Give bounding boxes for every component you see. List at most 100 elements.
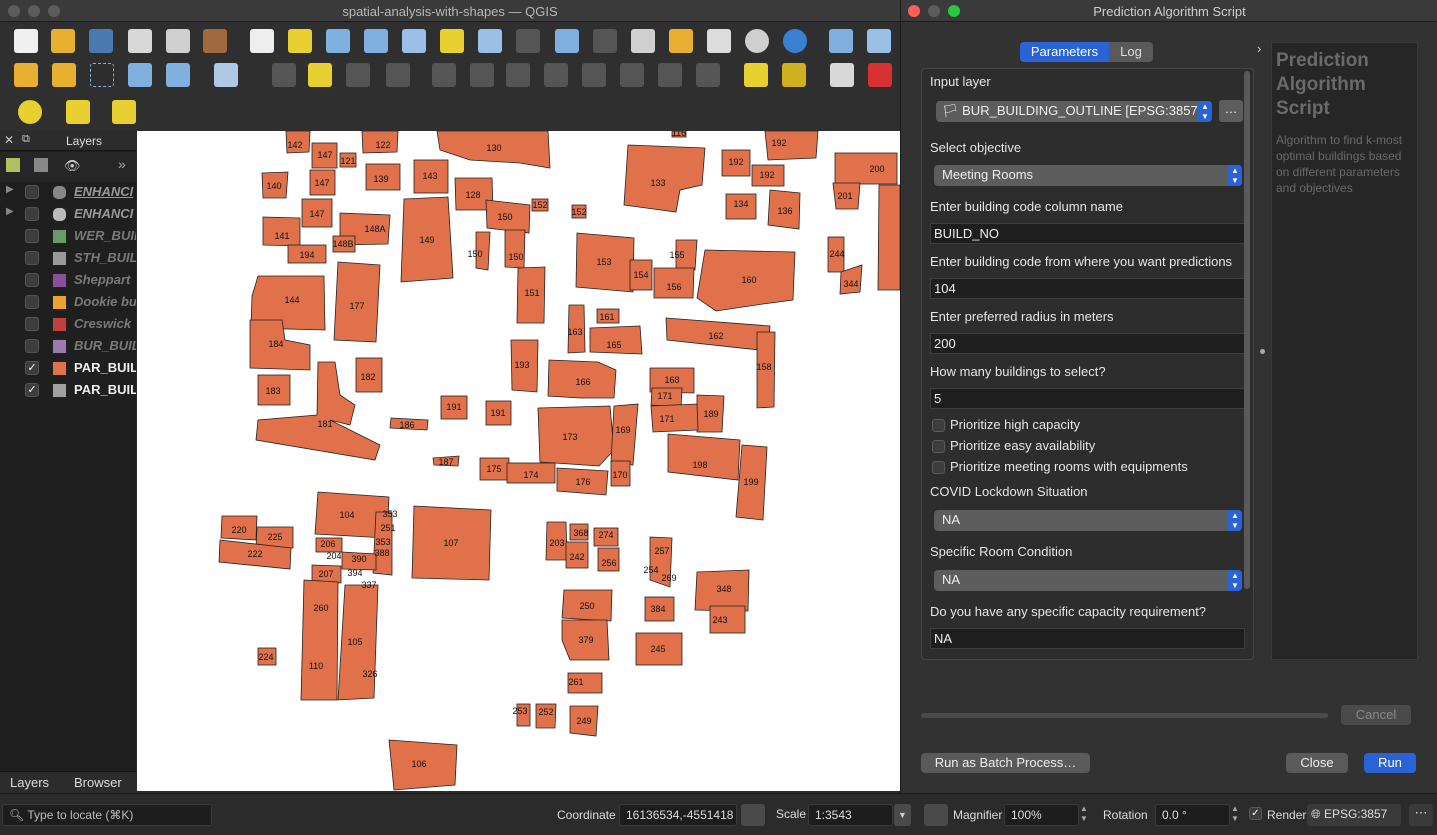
expand-arrow-icon[interactable]: ▶ bbox=[6, 206, 14, 217]
messages-icon[interactable]: ⋯ bbox=[1409, 804, 1433, 826]
covid-select[interactable]: NA ▲ ▼ bbox=[934, 510, 1242, 531]
magnifier-input[interactable]: 100% bbox=[1004, 804, 1079, 826]
zoom-to-selection-icon[interactable] bbox=[440, 29, 464, 53]
code-from-input[interactable]: 104 bbox=[930, 278, 1245, 299]
pan-to-selection-icon[interactable] bbox=[288, 29, 312, 53]
objective-select[interactable]: Meeting Rooms ▲ ▼ bbox=[934, 165, 1242, 186]
code-column-input[interactable]: BUILD_NO bbox=[930, 223, 1245, 244]
close-button[interactable]: Close bbox=[1286, 753, 1348, 773]
toggle-editing-icon[interactable] bbox=[308, 63, 332, 87]
capacity-input[interactable]: NA bbox=[930, 628, 1245, 649]
layer-row[interactable]: ▶ ENHANCI bbox=[0, 181, 136, 203]
layer-checkbox-checked[interactable]: ✓ bbox=[25, 361, 39, 375]
add-feature-icon[interactable] bbox=[386, 63, 410, 87]
redo-icon[interactable] bbox=[696, 63, 720, 87]
add-line-icon[interactable] bbox=[128, 63, 152, 87]
edit-pen-icon[interactable] bbox=[272, 63, 296, 87]
render-checkbox[interactable]: ✓ bbox=[1249, 807, 1262, 820]
equipments-checkbox[interactable] bbox=[932, 461, 945, 474]
modify-attributes-icon[interactable] bbox=[470, 63, 494, 87]
more-options-icon[interactable]: » bbox=[118, 156, 126, 172]
layer-checkbox[interactable] bbox=[25, 251, 39, 265]
temporal-controller-icon[interactable] bbox=[745, 29, 769, 53]
close-panel-icon[interactable]: ✕ bbox=[4, 133, 14, 147]
undo-icon[interactable] bbox=[658, 63, 682, 87]
pan-map-icon[interactable] bbox=[250, 29, 274, 53]
layer-row[interactable]: STH_BUIL bbox=[0, 247, 136, 269]
float-panel-icon[interactable]: ⧉ bbox=[22, 133, 30, 146]
identify-features-icon[interactable] bbox=[829, 29, 853, 53]
layer-row[interactable]: BUR_BUIL bbox=[0, 335, 136, 357]
tab-browser[interactable]: Browser bbox=[74, 775, 122, 790]
radius-input[interactable]: 200 bbox=[930, 333, 1245, 354]
visibility-eye-icon[interactable]: 👁 bbox=[64, 158, 82, 173]
pin-labels-icon[interactable] bbox=[830, 63, 854, 87]
locate-search-input[interactable]: 🔍︎ Type to locate (⌘K) bbox=[2, 804, 212, 826]
add-raster-layer-icon[interactable] bbox=[52, 63, 76, 87]
rotation-stepper[interactable]: ▲ ▼ bbox=[1231, 804, 1241, 826]
scale-input[interactable]: 1:3543 bbox=[808, 804, 893, 826]
layout-manager-icon[interactable] bbox=[166, 29, 190, 53]
paste-features-icon[interactable] bbox=[620, 63, 644, 87]
add-group-icon[interactable] bbox=[34, 158, 48, 172]
coordinate-input[interactable]: 16136534,-4551418 bbox=[619, 804, 737, 826]
digitize-icon[interactable] bbox=[90, 63, 114, 87]
run-button[interactable]: Run bbox=[1364, 753, 1416, 773]
diagram-icon[interactable] bbox=[782, 63, 806, 87]
map-canvas[interactable]: 142 147 121 122 130 116 192 192 140 147 … bbox=[137, 131, 900, 791]
zoom-to-layer-icon[interactable] bbox=[478, 29, 502, 53]
cancel-button[interactable]: Cancel bbox=[1341, 705, 1411, 725]
run-batch-button[interactable]: Run as Batch Process… bbox=[921, 753, 1090, 773]
save-project-icon[interactable] bbox=[89, 29, 113, 53]
easy-availability-checkbox[interactable] bbox=[932, 440, 945, 453]
parameters-scrollbar[interactable] bbox=[1244, 71, 1250, 589]
high-capacity-checkbox[interactable] bbox=[932, 419, 945, 432]
save-edits-icon[interactable] bbox=[346, 63, 370, 87]
room-condition-select[interactable]: NA ▲ ▼ bbox=[934, 570, 1242, 591]
input-layer-select[interactable]: 🏳 BUR_BUILDING_OUTLINE [EPSG:3857 ▲ ▼ bbox=[936, 101, 1212, 122]
select-features-icon[interactable] bbox=[18, 100, 42, 124]
expand-arrow-icon[interactable]: ▶ bbox=[6, 184, 14, 195]
layer-row[interactable]: ✓ PAR_BUIL bbox=[0, 379, 136, 401]
scale-dropdown-icon[interactable]: ▼ bbox=[894, 804, 911, 826]
count-input[interactable]: 5 bbox=[930, 388, 1245, 409]
layer-row[interactable]: Sheppart bbox=[0, 269, 136, 291]
delete-selected-icon[interactable] bbox=[506, 63, 530, 87]
layer-checkbox[interactable] bbox=[25, 273, 39, 287]
layer-checkbox-checked[interactable]: ✓ bbox=[25, 383, 39, 397]
layer-row[interactable]: ▶ ENHANCI bbox=[0, 203, 136, 225]
layer-checkbox[interactable] bbox=[25, 185, 39, 199]
open-project-icon[interactable] bbox=[51, 29, 75, 53]
zoom-last-icon[interactable] bbox=[555, 29, 579, 53]
vertex-tool-icon[interactable] bbox=[214, 63, 238, 87]
new-project-icon[interactable] bbox=[14, 29, 38, 53]
zoom-full-icon[interactable] bbox=[402, 29, 426, 53]
attribute-table-icon[interactable] bbox=[867, 29, 891, 53]
zoom-next-icon[interactable] bbox=[593, 29, 617, 53]
new-print-layout-icon[interactable] bbox=[128, 29, 152, 53]
tab-log[interactable]: Log bbox=[1109, 42, 1153, 62]
style-manager-icon[interactable] bbox=[203, 29, 227, 53]
layer-row[interactable]: Dookie bu bbox=[0, 291, 136, 313]
deselect-all-icon[interactable] bbox=[112, 100, 136, 124]
add-polygon-icon[interactable] bbox=[166, 63, 190, 87]
layer-checkbox[interactable] bbox=[25, 317, 39, 331]
tab-layers[interactable]: Layers bbox=[10, 775, 49, 790]
layer-checkbox[interactable] bbox=[25, 295, 39, 309]
show-bookmarks-icon[interactable] bbox=[707, 29, 731, 53]
tab-parameters[interactable]: Parameters bbox=[1020, 42, 1109, 62]
collapse-help-icon[interactable]: › bbox=[1257, 41, 1261, 56]
lock-scale-icon[interactable] bbox=[924, 804, 948, 826]
layer-row[interactable]: Creswick bbox=[0, 313, 136, 335]
add-vector-layer-icon[interactable] bbox=[14, 63, 38, 87]
rotation-input[interactable]: 0.0 ° bbox=[1155, 804, 1230, 826]
zoom-native-icon[interactable] bbox=[516, 29, 540, 53]
zoom-in-icon[interactable] bbox=[326, 29, 350, 53]
layer-checkbox[interactable] bbox=[25, 229, 39, 243]
show-hide-labels-icon[interactable] bbox=[868, 63, 892, 87]
zoom-out-icon[interactable] bbox=[364, 29, 388, 53]
move-feature-icon[interactable] bbox=[432, 63, 456, 87]
crs-button[interactable]: 🌐︎ EPSG:3857 bbox=[1307, 804, 1401, 826]
splitter-handle[interactable] bbox=[1260, 349, 1265, 354]
open-layer-styling-icon[interactable] bbox=[6, 158, 20, 172]
